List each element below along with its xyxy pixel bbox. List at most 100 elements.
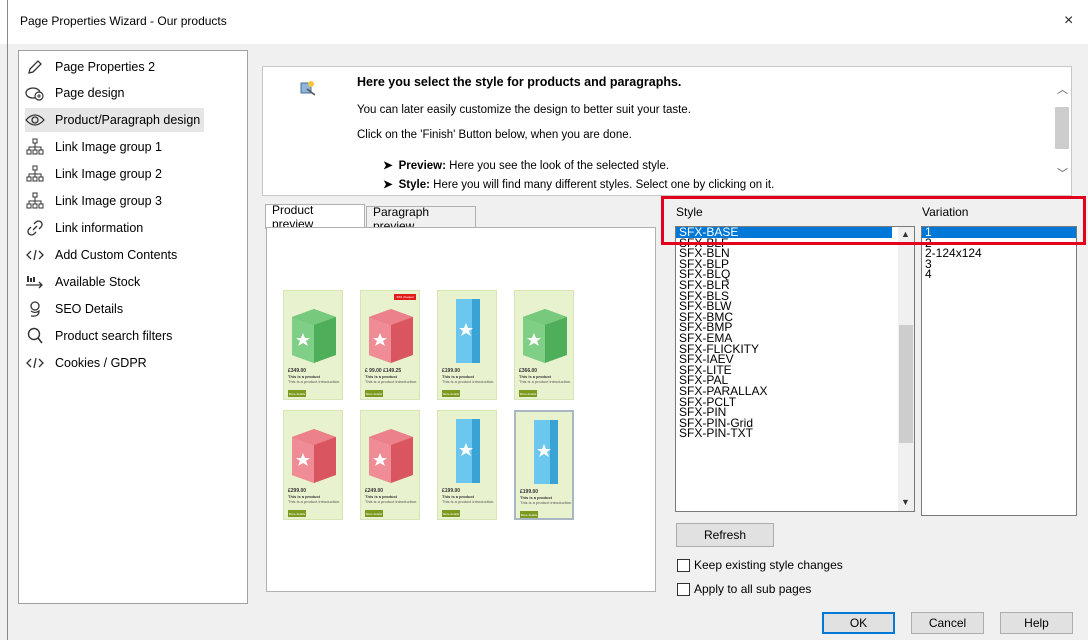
more-details-button: More details xyxy=(288,510,306,517)
variation-list-item[interactable]: 4 xyxy=(922,269,1076,281)
discount-badge: 33% cheaper xyxy=(394,294,416,300)
info-heading: Here you select the style for products a… xyxy=(357,75,682,89)
info-bullet-preview: ➤ Preview: Here you see the look of the s… xyxy=(383,160,670,172)
variation-list-item[interactable]: 1 xyxy=(922,227,1076,238)
variation-list-item[interactable]: 2-124x124 xyxy=(922,247,1076,259)
more-details-button: More details xyxy=(288,390,306,397)
product-image xyxy=(456,419,480,483)
sidebar-item-label: Page design xyxy=(55,86,125,100)
sidebar-item-link-image-group-2[interactable]: Link Image group 2 xyxy=(25,162,162,186)
product-preview-panel: £349.00 This is a product This is a produc… xyxy=(266,227,656,592)
code-icon xyxy=(25,353,45,373)
sidebar-item-label: Link Image group 2 xyxy=(55,167,163,181)
window-title: Page Properties Wizard - Our products xyxy=(20,14,227,28)
more-details-button: More details xyxy=(520,511,538,518)
more-details-button: More details xyxy=(442,390,460,397)
more-details-button: More details xyxy=(365,510,383,517)
chevron-up-icon[interactable]: ▲ xyxy=(901,229,910,239)
sidebar-item-label: SEO Details xyxy=(55,302,124,316)
variation-listbox[interactable]: 1 2 2-124x124 3 4 xyxy=(921,226,1077,516)
variation-list-item[interactable]: 3 xyxy=(922,258,1076,270)
refresh-button[interactable]: Refresh xyxy=(676,523,774,547)
close-icon[interactable]: × xyxy=(1064,12,1073,30)
sidebar-item-add-custom-contents[interactable]: Add Custom Contents xyxy=(25,243,177,267)
checkbox-label: Keep existing style changes xyxy=(694,558,843,572)
product-image xyxy=(369,309,413,363)
chevron-down-icon[interactable]: ▼ xyxy=(901,497,910,507)
product-image xyxy=(292,309,336,363)
more-details-button: More details xyxy=(519,390,537,397)
variation-items: 1 2 2-124x124 3 4 xyxy=(922,227,1076,280)
info-line-1: You can later easily customize the desig… xyxy=(357,104,691,116)
product-description: This is a product introduction. xyxy=(520,500,573,505)
more-details-button: More details xyxy=(365,390,383,397)
sidebar-item-page-properties-2[interactable]: Page Properties 2 xyxy=(25,55,155,79)
chevron-up-icon[interactable]: ︿ xyxy=(1057,81,1068,97)
ok-button[interactable]: OK xyxy=(822,612,895,634)
product-card: £199.00 This is a product This is a produc… xyxy=(437,290,497,400)
style-list-item[interactable]: SFX-PIN-TXT xyxy=(676,428,914,440)
product-card: £199.00 This is a product This is a produc… xyxy=(514,410,574,520)
keep-style-changes-checkbox[interactable]: Keep existing style changes xyxy=(677,557,843,573)
apply-sub-pages-checkbox[interactable]: Apply to all sub pages xyxy=(677,581,811,597)
style-scrollbar[interactable]: ▲ ▼ xyxy=(898,227,914,511)
help-button[interactable]: Help xyxy=(1000,612,1073,634)
sidebar-item-label: Page Properties 2 xyxy=(55,60,156,74)
product-image xyxy=(534,420,558,484)
sidebar-item-link-image-group-1[interactable]: Link Image group 1 xyxy=(25,135,162,159)
info-scrollbar[interactable]: ︿ ﹀ xyxy=(1053,67,1071,195)
sidebar-item-available-stock[interactable]: Available Stock xyxy=(25,270,140,294)
sidebar-item-product-paragraph-design[interactable]: Product/Paragraph design xyxy=(25,108,205,132)
sidebar-item-label: Product search filters xyxy=(55,329,173,343)
checkbox-label: Apply to all sub pages xyxy=(694,582,812,596)
product-description: This is a product introduction. xyxy=(288,379,341,384)
wizard-sidebar: Page Properties 2 Page design Product/Pa… xyxy=(18,50,248,604)
sitemap-icon xyxy=(25,137,45,157)
stock-icon xyxy=(25,272,45,292)
cancel-button[interactable]: Cancel xyxy=(911,612,984,634)
sidebar-item-label: Link Image group 3 xyxy=(55,194,163,208)
product-description: This is a product introduction. xyxy=(442,379,495,384)
arrow-right-icon: ➤ xyxy=(383,160,393,172)
product-card: £349.00 This is a product This is a produc… xyxy=(283,290,343,400)
product-image xyxy=(369,429,413,483)
link-icon xyxy=(25,218,45,238)
pencil-icon xyxy=(25,57,45,77)
more-details-button: More details xyxy=(442,510,460,517)
variation-label: Variation xyxy=(922,205,969,219)
product-description: This is a product introduction. xyxy=(288,499,341,504)
search-icon xyxy=(25,326,45,346)
wizard-icon xyxy=(299,79,317,100)
sitemap-icon xyxy=(25,191,45,211)
sidebar-item-link-image-group-3[interactable]: Link Image group 3 xyxy=(25,189,162,213)
page-design-icon xyxy=(25,83,45,103)
sidebar-item-link-information[interactable]: Link information xyxy=(25,216,143,240)
sidebar-item-label: Cookies / GDPR xyxy=(55,356,147,370)
info-panel: Here you select the style for products a… xyxy=(262,66,1072,196)
chevron-down-icon[interactable]: ﹀ xyxy=(1057,165,1068,181)
sidebar-item-label: Link information xyxy=(55,221,144,235)
sitemap-icon xyxy=(25,164,45,184)
sidebar-item-seo-details[interactable]: SEO Details xyxy=(25,297,123,321)
sidebar-item-cookies-gdpr[interactable]: Cookies / GDPR xyxy=(25,351,147,375)
info-line-2: Click on the 'Finish' Button below, when… xyxy=(357,129,632,141)
style-label: Style xyxy=(676,205,703,219)
sidebar-item-label: Link Image group 1 xyxy=(55,140,163,154)
checkbox-box[interactable] xyxy=(677,582,690,596)
scrollbar-thumb[interactable] xyxy=(1055,107,1069,149)
scrollbar-thumb[interactable] xyxy=(899,325,913,443)
tab-product-preview[interactable]: Product preview xyxy=(265,203,365,231)
sidebar-item-page-design[interactable]: Page design xyxy=(25,81,125,105)
product-grid: £349.00 This is a product This is a produc… xyxy=(283,290,617,526)
sidebar-item-label: Product/Paragraph design xyxy=(55,113,201,127)
product-card: £199.00 This is a product This is a produc… xyxy=(437,410,497,520)
info-bullet-style: ➤ Style: Here you will find many differen… xyxy=(383,179,775,191)
sidebar-item-product-search-filters[interactable]: Product search filters xyxy=(25,324,172,348)
product-card: £249.00 This is a product This is a produc… xyxy=(360,410,420,520)
style-listbox[interactable]: SFX-BASE SFX-BLF SFX-BLN SFX-BLP SFX-BLQ SFX-… xyxy=(675,226,915,512)
sidebar-item-label: Available Stock xyxy=(55,275,141,289)
title-bar: Page Properties Wizard - Our products × xyxy=(0,0,1088,44)
product-card: £ 99.00 £149.25 This is a product This is … xyxy=(360,290,420,400)
product-card: £366.00 This is a product This is a produc… xyxy=(514,290,574,400)
checkbox-box[interactable] xyxy=(677,558,690,572)
